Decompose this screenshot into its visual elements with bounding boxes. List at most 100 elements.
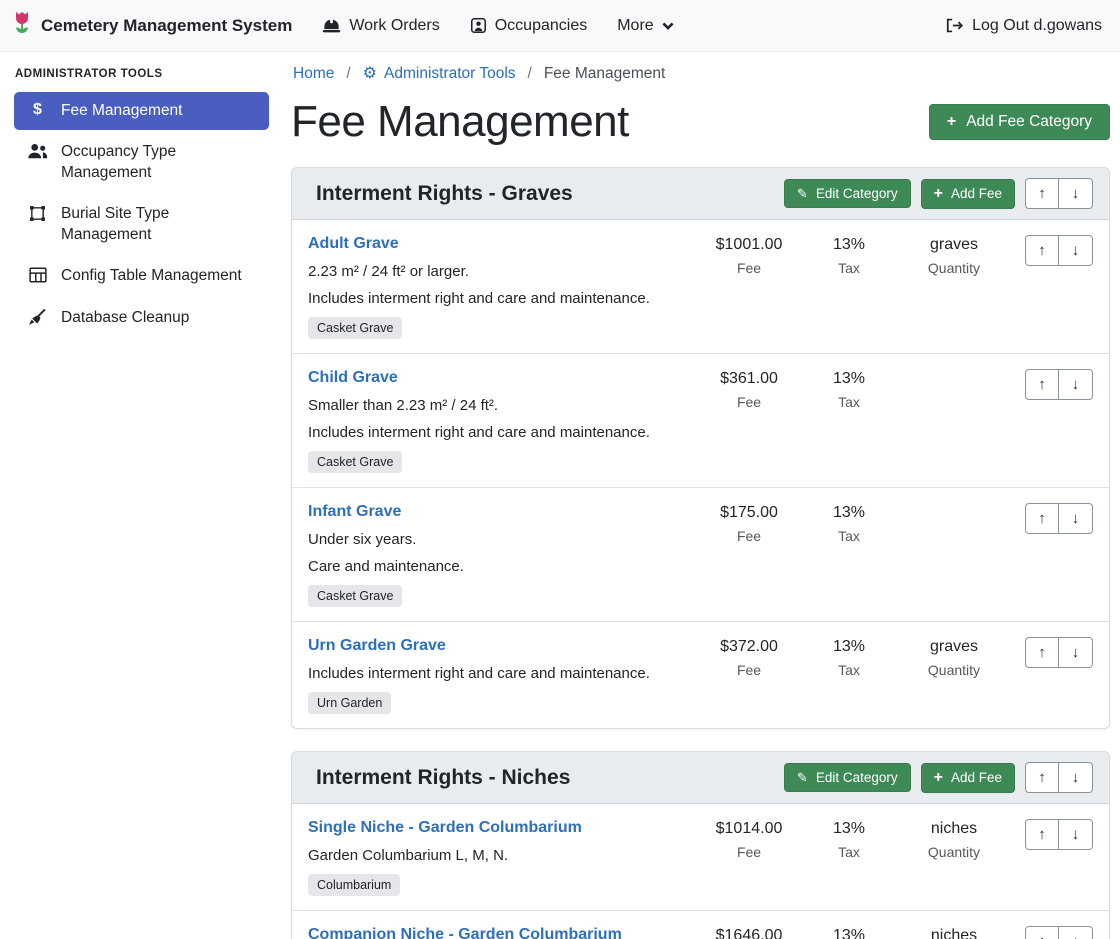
sidebar-item-database-cleanup[interactable]: Database Cleanup <box>14 299 269 337</box>
fee-quantity-column <box>899 503 1009 607</box>
move-fee-down-button[interactable]: ↓ <box>1059 926 1093 939</box>
tulip-logo-icon <box>12 11 32 40</box>
fee-row: Child Grave Smaller than 2.23 m² / 24 ft… <box>292 354 1109 488</box>
fee-type-badge: Casket Grave <box>308 317 402 339</box>
fee-tax-column: 13% Tax <box>799 235 899 339</box>
app-brand[interactable]: Cemetery Management System <box>12 11 292 40</box>
fee-amount-column: $1014.00 Fee <box>699 819 799 896</box>
breadcrumb-admin-tools-link[interactable]: ⚙ Administrator Tools <box>363 65 516 83</box>
fee-quantity-label: Quantity <box>899 662 1009 678</box>
nav-occupancies[interactable]: Occupancies <box>470 17 588 35</box>
move-fee-up-button[interactable]: ↑ <box>1025 819 1059 850</box>
fee-description: 2.23 m² / 24 ft² or larger. <box>308 263 693 280</box>
move-category-down-button[interactable]: ↓ <box>1059 178 1093 209</box>
fee-quantity-column: graves Quantity <box>899 637 1009 714</box>
fee-description: Includes interment right and care and ma… <box>308 665 693 682</box>
fee-tax-label: Tax <box>799 844 899 860</box>
fee-name-link[interactable]: Companion Niche - Garden Columbarium <box>308 926 622 939</box>
fee-tax: 13% <box>799 370 899 388</box>
fee-amount-label: Fee <box>699 662 799 678</box>
add-fee-button[interactable]: + Add Fee <box>921 179 1015 209</box>
fee-name-link[interactable]: Adult Grave <box>308 235 399 252</box>
sidebar-heading: ADMINISTRATOR TOOLS <box>15 68 269 80</box>
fee-tax-column: 13% Tax <box>799 369 899 473</box>
plus-icon: + <box>934 186 943 202</box>
table-icon <box>27 267 48 283</box>
fee-row: Adult Grave 2.23 m² / 24 ft² or larger. … <box>292 220 1109 354</box>
fee-quantity: niches <box>899 927 1009 939</box>
move-fee-up-button[interactable]: ↑ <box>1025 503 1059 534</box>
nav-occupancies-label: Occupancies <box>495 17 588 35</box>
fee-description: Includes interment right and care and ma… <box>308 424 693 441</box>
move-fee-down-button[interactable]: ↓ <box>1059 503 1093 534</box>
add-fee-category-button[interactable]: + Add Fee Category <box>929 104 1110 140</box>
fee-name-link[interactable]: Infant Grave <box>308 503 401 520</box>
move-category-up-button[interactable]: ↑ <box>1025 178 1059 209</box>
fee-tax-label: Tax <box>799 394 899 410</box>
move-fee-down-button[interactable]: ↓ <box>1059 369 1093 400</box>
breadcrumb-home-link[interactable]: Home <box>293 65 334 83</box>
fee-row: Infant Grave Under six years. Care and m… <box>292 488 1109 622</box>
edit-category-label: Edit Category <box>816 770 898 785</box>
users-icon <box>27 143 48 159</box>
fee-name-link[interactable]: Single Niche - Garden Columbarium <box>308 819 582 836</box>
fee-reorder-group: ↑ ↓ <box>1025 819 1093 850</box>
nav-work-orders[interactable]: Work Orders <box>322 17 439 35</box>
fee-description: Includes interment right and care and ma… <box>308 290 693 307</box>
sidebar-item-label: Occupancy Type Management <box>61 142 247 183</box>
fee-name-link[interactable]: Urn Garden Grave <box>308 637 446 654</box>
fee-quantity-column: niches Quantity <box>899 819 1009 896</box>
fee-amount: $361.00 <box>699 370 799 388</box>
fee-tax-column: 13% Tax <box>799 637 899 714</box>
fee-amount: $1014.00 <box>699 820 799 838</box>
fee-amount-label: Fee <box>699 394 799 410</box>
nav-more-label: More <box>617 17 653 35</box>
sidebar-item-label: Burial Site Type Management <box>61 204 247 245</box>
fee-quantity: niches <box>899 820 1009 838</box>
move-category-down-button[interactable]: ↓ <box>1059 762 1093 793</box>
fee-row: Companion Niche - Garden Columbarium Gar… <box>292 911 1109 939</box>
plus-icon: + <box>934 770 943 786</box>
move-fee-down-button[interactable]: ↓ <box>1059 819 1093 850</box>
fee-tax-column: 13% Tax <box>799 819 899 896</box>
nav-more[interactable]: More <box>617 17 673 35</box>
chevron-down-icon <box>662 22 674 30</box>
fee-tax: 13% <box>799 236 899 254</box>
card-header: Interment Rights - Niches ✎ Edit Categor… <box>292 752 1109 804</box>
fee-amount: $372.00 <box>699 638 799 656</box>
sidebar-item-fee-management[interactable]: $ Fee Management <box>14 92 269 130</box>
fee-name-link[interactable]: Child Grave <box>308 369 398 386</box>
move-fee-up-button[interactable]: ↑ <box>1025 235 1059 266</box>
occupancy-icon <box>470 17 487 34</box>
move-fee-up-button[interactable]: ↑ <box>1025 637 1059 668</box>
fee-category-card-graves: Interment Rights - Graves ✎ Edit Categor… <box>291 167 1110 729</box>
logout-button[interactable]: Log Out d.gowans <box>945 17 1102 35</box>
move-fee-down-button[interactable]: ↓ <box>1059 637 1093 668</box>
sidebar-item-occupancy-type-management[interactable]: Occupancy Type Management <box>14 133 269 192</box>
move-fee-down-button[interactable]: ↓ <box>1059 235 1093 266</box>
sidebar-item-label: Config Table Management <box>61 266 247 286</box>
fee-type-badge: Urn Garden <box>308 692 391 714</box>
fee-tax-column: 13% Tax <box>799 926 899 939</box>
fee-quantity-label: Quantity <box>899 260 1009 276</box>
fee-amount-label: Fee <box>699 528 799 544</box>
fee-amount-column: $1646.00 Fee <box>699 926 799 939</box>
edit-category-label: Edit Category <box>816 186 898 201</box>
fee-tax: 13% <box>799 820 899 838</box>
move-category-up-button[interactable]: ↑ <box>1025 762 1059 793</box>
fee-tax: 13% <box>799 927 899 939</box>
broom-icon <box>27 309 48 326</box>
move-fee-up-button[interactable]: ↑ <box>1025 926 1059 939</box>
sidebar-item-config-table-management[interactable]: Config Table Management <box>14 257 269 295</box>
edit-category-button[interactable]: ✎ Edit Category <box>784 763 911 792</box>
add-fee-button[interactable]: + Add Fee <box>921 763 1015 793</box>
breadcrumb-separator: / <box>528 65 532 83</box>
fee-tax-column: 13% Tax <box>799 503 899 607</box>
fee-amount: $175.00 <box>699 504 799 522</box>
sidebar-item-burial-site-type-management[interactable]: Burial Site Type Management <box>14 195 269 254</box>
sidebar: ADMINISTRATOR TOOLS $ Fee Management Occ… <box>0 52 280 939</box>
fee-tax-label: Tax <box>799 662 899 678</box>
edit-category-button[interactable]: ✎ Edit Category <box>784 179 911 208</box>
card-header: Interment Rights - Graves ✎ Edit Categor… <box>292 168 1109 220</box>
move-fee-up-button[interactable]: ↑ <box>1025 369 1059 400</box>
